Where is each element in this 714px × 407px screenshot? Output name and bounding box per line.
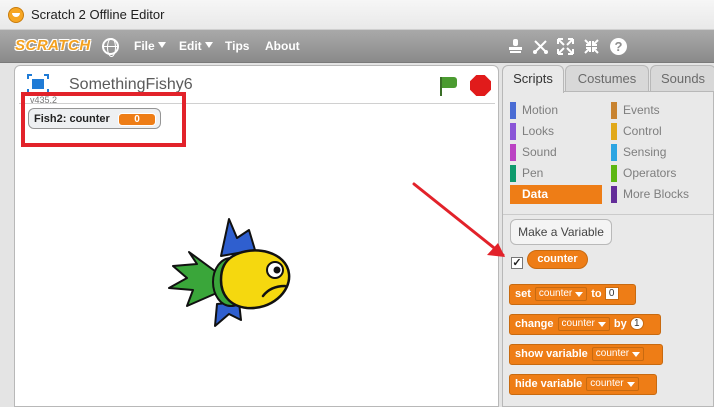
variable-dropdown[interactable]: counter <box>557 317 610 331</box>
fish-sprite[interactable] <box>159 216 294 336</box>
category-operators[interactable]: Operators <box>611 164 703 183</box>
grow-icon[interactable] <box>557 38 574 55</box>
stop-sign-icon[interactable] <box>470 75 491 96</box>
variable-dropdown[interactable]: counter <box>586 377 639 391</box>
scratch-app-icon <box>8 7 24 23</box>
variable-dropdown[interactable]: counter <box>591 347 645 361</box>
category-motion-label: Motion <box>522 103 559 117</box>
category-data-label: Data <box>522 187 549 201</box>
help-icon[interactable]: ? <box>610 38 627 55</box>
delete-scissors-icon[interactable] <box>532 38 549 55</box>
category-more-blocks-label: More Blocks <box>623 187 690 201</box>
duplicate-stamp-icon[interactable] <box>507 38 524 55</box>
set-block-to-label: to <box>591 288 602 300</box>
annotation-red-box <box>21 92 186 147</box>
window-titlebar: Scratch 2 Offline Editor <box>0 0 714 30</box>
category-control[interactable]: Control <box>611 122 703 141</box>
category-control-label: Control <box>623 124 662 138</box>
stage-panel: SomethingFishy6 v435.2 Fish2: counter 0 <box>14 65 499 407</box>
category-looks-label: Looks <box>522 124 555 138</box>
counter-monitor-checkbox[interactable]: ✓ <box>511 257 523 269</box>
category-events[interactable]: Events <box>611 101 703 120</box>
tab-scripts[interactable]: Scripts <box>502 65 564 93</box>
category-data[interactable]: Data <box>510 185 602 204</box>
show-block-label: show variable <box>515 348 588 360</box>
hide-block-label: hide variable <box>515 378 583 390</box>
hide-variable-block[interactable]: hide variable counter <box>509 374 657 395</box>
make-variable-button[interactable]: Make a Variable <box>510 219 612 245</box>
counter-reporter-block[interactable]: counter <box>527 250 588 269</box>
shrink-icon[interactable] <box>583 38 600 55</box>
change-variable-block[interactable]: change counter by 1 <box>509 314 661 335</box>
block-palette: Motion Looks Sound Pen Data Events Contr… <box>502 91 714 407</box>
palette-divider <box>503 214 713 215</box>
editor-tabs: Scripts Costumes Sounds <box>502 65 714 93</box>
window-title: Scratch 2 Offline Editor <box>31 7 165 22</box>
category-looks[interactable]: Looks <box>510 122 602 141</box>
set-value-input[interactable]: 0 <box>604 287 619 300</box>
language-globe-icon[interactable] <box>102 38 119 57</box>
menu-about[interactable]: About <box>265 39 300 53</box>
tab-costumes[interactable]: Costumes <box>565 65 649 92</box>
variable-dropdown[interactable]: counter <box>534 287 588 301</box>
category-sensing-label: Sensing <box>623 145 667 159</box>
category-operators-label: Operators <box>623 166 677 180</box>
menu-bar: SCRATCH File Edit Tips About ? <box>0 30 714 63</box>
menu-tips[interactable]: Tips <box>225 39 249 53</box>
chevron-down-icon <box>204 42 213 48</box>
change-value-input[interactable]: 1 <box>629 317 644 330</box>
set-variable-block[interactable]: set counter to 0 <box>509 284 636 305</box>
category-more-blocks[interactable]: More Blocks <box>611 185 703 204</box>
category-sound-label: Sound <box>522 145 557 159</box>
menu-file[interactable]: File <box>134 39 166 53</box>
stage-canvas[interactable]: Fish2: counter 0 <box>19 92 495 403</box>
chevron-down-icon <box>157 42 166 48</box>
category-pen[interactable]: Pen <box>510 164 602 183</box>
scratch-logo[interactable]: SCRATCH <box>15 35 90 57</box>
show-variable-block[interactable]: show variable counter <box>509 344 663 365</box>
category-sound[interactable]: Sound <box>510 143 602 162</box>
tab-sounds[interactable]: Sounds <box>650 65 714 92</box>
stage-size-toggle-icon[interactable] <box>27 74 49 94</box>
menu-edit[interactable]: Edit <box>179 39 213 53</box>
green-flag-icon[interactable] <box>437 75 459 97</box>
category-motion[interactable]: Motion <box>510 101 602 120</box>
change-block-by-label: by <box>613 318 627 330</box>
menu-file-label: File <box>134 39 155 53</box>
category-sensing[interactable]: Sensing <box>611 143 703 162</box>
category-events-label: Events <box>623 103 660 117</box>
menu-edit-label: Edit <box>179 39 202 53</box>
change-block-label: change <box>515 318 554 330</box>
set-block-label: set <box>515 288 531 300</box>
category-pen-label: Pen <box>522 166 544 180</box>
